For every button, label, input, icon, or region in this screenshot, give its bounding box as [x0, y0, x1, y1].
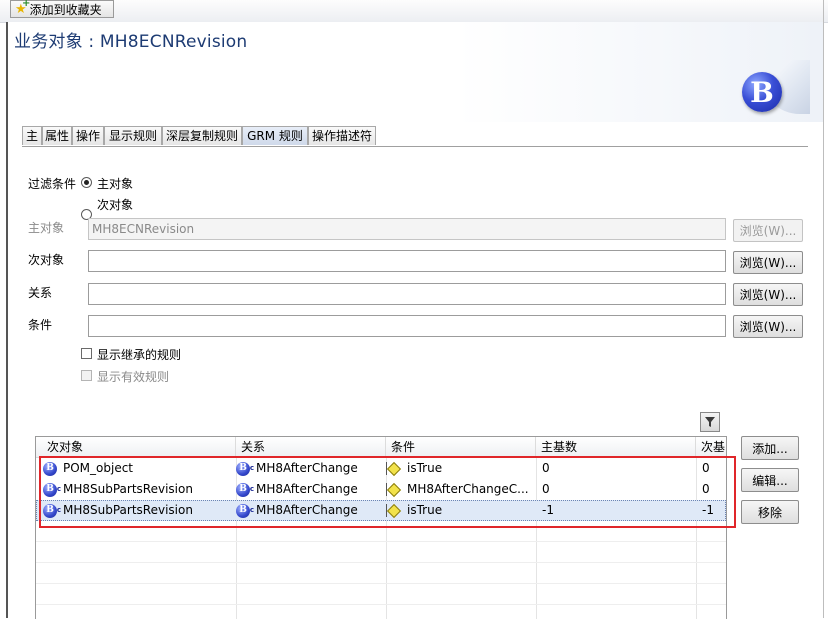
highlight-annotation-box [39, 456, 736, 528]
row-divider [36, 541, 726, 542]
primary-object-label: 主对象 [28, 221, 65, 235]
browse-primary-button: 浏览(W)... [733, 219, 803, 242]
filter-button[interactable] [700, 412, 720, 432]
row-divider [36, 604, 726, 605]
radio-secondary-label: 次对象 [97, 198, 134, 212]
tab-operations[interactable]: 操作 [72, 126, 104, 145]
column-header-relation[interactable]: 关系 [236, 437, 386, 457]
tab-deep-copy-rules[interactable]: 深层复制规则 [162, 126, 242, 145]
secondary-object-field[interactable] [88, 250, 726, 272]
page-title: 业务对象 : MH8ECNRevision [14, 32, 248, 52]
table-header: 次对象 关系 条件 主基数 次基 [36, 437, 726, 458]
browse-relation-button[interactable]: 浏览(W)... [733, 283, 803, 306]
favorite-star-icon: ★ + [15, 0, 31, 17]
show-effective-label: 显示有效规则 [97, 370, 170, 384]
show-inherited-label: 显示继承的规则 [97, 348, 182, 362]
condition-label: 条件 [28, 318, 53, 332]
tab-display-rules[interactable]: 显示规则 [104, 126, 162, 145]
show-effective-checkbox [81, 370, 92, 381]
relation-field[interactable] [88, 283, 726, 305]
radio-primary-label: 主对象 [97, 177, 134, 191]
add-to-favorites-label: 添加到收藏夹 [29, 2, 102, 17]
tab-bar: 主 属性 操作 显示规则 深层复制规则 GRM 规则 操作描述符 [22, 126, 808, 147]
right-frame-border [823, 0, 824, 618]
secondary-object-label: 次对象 [28, 253, 65, 267]
top-toolbar [0, 0, 828, 23]
tab-operation-descriptors[interactable]: 操作描述符 [308, 126, 376, 145]
column-header-secondary-object[interactable]: 次对象 [42, 437, 236, 457]
remove-rule-button[interactable]: 移除 [741, 500, 799, 524]
edit-rule-button[interactable]: 编辑... [741, 468, 799, 492]
row-divider [36, 562, 726, 563]
column-header-secondary-cardinality[interactable]: 次基 [696, 437, 726, 457]
browse-condition-button[interactable]: 浏览(W)... [733, 315, 803, 338]
add-to-favorites-button[interactable]: ★ + 添加到收藏夹 [10, 0, 114, 18]
primary-object-field: MH8ECNRevision [88, 218, 726, 240]
row-divider [36, 583, 726, 584]
condition-field[interactable] [88, 315, 726, 337]
show-inherited-checkbox[interactable] [81, 348, 92, 359]
add-rule-button[interactable]: 添加... [741, 436, 799, 460]
tab-main[interactable]: 主 [22, 126, 42, 145]
business-object-logo-icon: B [742, 72, 782, 112]
relation-label: 关系 [28, 286, 53, 300]
column-header-condition[interactable]: 条件 [386, 437, 536, 457]
filter-label: 过滤条件 [28, 177, 77, 191]
funnel-icon [705, 417, 715, 427]
radio-primary-object[interactable] [81, 177, 92, 188]
browse-secondary-button[interactable]: 浏览(W)... [733, 251, 803, 274]
column-header-primary-cardinality[interactable]: 主基数 [536, 437, 696, 457]
tab-grm-rules[interactable]: GRM 规则 [242, 126, 308, 145]
tab-properties[interactable]: 属性 [42, 126, 72, 145]
